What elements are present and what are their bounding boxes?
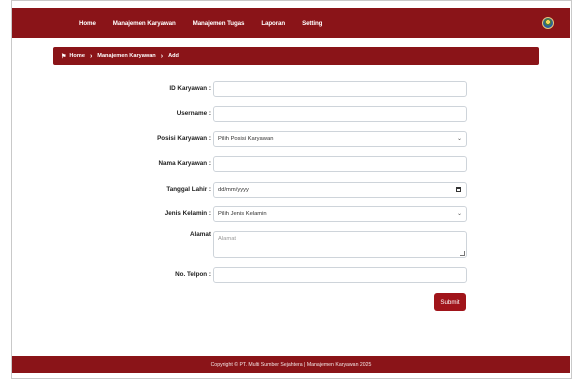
nav-item-manajemen-tugas[interactable]: Manajemen Tugas (193, 20, 245, 27)
nama-karyawan-input[interactable] (213, 156, 467, 172)
id-karyawan-label: ID Karyawan : (169, 85, 211, 92)
nav-item-manajemen-karyawan[interactable]: Manajemen Karyawan (113, 20, 176, 27)
top-navbar: Home Manajemen Karyawan Manajemen Tugas … (12, 8, 570, 38)
tanggal-lahir-input[interactable]: dd/mm/yyyy (213, 182, 467, 198)
home-icon: ⚑ (61, 53, 67, 60)
no-telpon-input[interactable] (213, 267, 467, 283)
jenis-kelamin-label: Jenis Kelamin : (164, 210, 211, 217)
form-row-username: Username : (0, 106, 581, 122)
chevron-right-icon: › (160, 52, 164, 60)
posisi-karyawan-label: Posisi Karyawan : (157, 135, 211, 142)
form-row-tanggal: Tanggal Lahir : dd/mm/yyyy (0, 182, 581, 198)
tanggal-lahir-label: Tanggal Lahir : (166, 186, 211, 193)
posisi-selected-value: Pilih Posisi Karyawan (218, 136, 274, 142)
username-input[interactable] (213, 106, 467, 122)
form-row-id: ID Karyawan : (0, 81, 581, 97)
breadcrumb-current: Add (168, 53, 179, 59)
breadcrumb-home[interactable]: Home (69, 53, 85, 59)
posisi-karyawan-select[interactable]: Pilih Posisi Karyawan ⌄ (213, 131, 467, 147)
form-row-telpon: No. Telpon : (0, 267, 581, 283)
breadcrumb-section[interactable]: Manajemen Karyawan (97, 53, 155, 59)
breadcrumb: ⚑ Home › Manajemen Karyawan › Add (53, 47, 539, 65)
calendar-icon[interactable] (456, 187, 461, 192)
nav-item-home[interactable]: Home (79, 20, 96, 27)
alamat-placeholder: Alamat (218, 236, 237, 242)
nav-item-setting[interactable]: Setting (302, 20, 322, 27)
alamat-textarea[interactable]: Alamat (213, 231, 467, 258)
chevron-down-icon: ⌄ (456, 136, 462, 142)
tanggal-lahir-value: dd/mm/yyyy (218, 187, 249, 193)
form-row-nama: Nama Karyawan : (0, 156, 581, 172)
nama-karyawan-label: Nama Karyawan : (158, 160, 212, 167)
form-row-posisi: Posisi Karyawan : Pilih Posisi Karyawan … (0, 131, 581, 147)
username-label: Username : (176, 110, 211, 117)
form-row-alamat: Alamat Alamat (0, 231, 581, 258)
submit-button[interactable]: Submit (434, 293, 466, 311)
jenis-kelamin-selected-value: Pilih Jenis Kelamin (218, 211, 267, 217)
footer: Copyright © PT. Multi Sumber Sejahtera |… (12, 356, 570, 373)
form-row-jenis-kelamin: Jenis Kelamin : Pilih Jenis Kelamin ⌄ (0, 206, 581, 222)
jenis-kelamin-select[interactable]: Pilih Jenis Kelamin ⌄ (213, 206, 467, 222)
chevron-right-icon: › (89, 52, 93, 60)
resize-handle-icon[interactable] (460, 251, 465, 256)
id-karyawan-input[interactable] (213, 81, 467, 97)
no-telpon-label: No. Telpon : (175, 271, 211, 278)
alamat-label: Alamat (190, 231, 211, 238)
nav-item-laporan[interactable]: Laporan (261, 20, 285, 27)
footer-copyright: Copyright © PT. Multi Sumber Sejahtera |… (210, 361, 372, 368)
chevron-down-icon: ⌄ (456, 211, 462, 217)
company-logo-icon[interactable] (542, 17, 554, 29)
nav-menu: Home Manajemen Karyawan Manajemen Tugas … (12, 8, 339, 38)
